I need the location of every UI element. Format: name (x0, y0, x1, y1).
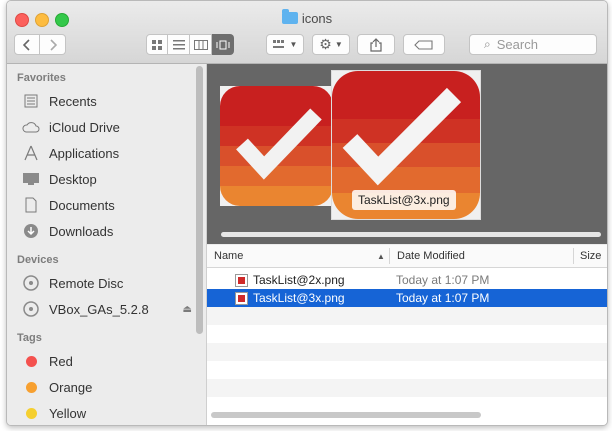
file-date: Today at 1:07 PM (396, 273, 490, 287)
disc-icon (21, 301, 41, 317)
chevron-left-icon (23, 38, 30, 51)
downloads-icon (21, 223, 41, 239)
table-row-selected[interactable]: TaskList@3x.png Today at 1:07 PM (207, 289, 607, 307)
forward-button[interactable] (40, 34, 66, 55)
sidebar-item-icloud-drive[interactable]: iCloud Drive (7, 114, 206, 140)
sidebar-item-label: Recents (49, 93, 97, 109)
arrange-button[interactable]: ▼ (266, 34, 304, 55)
column-header-date-modified[interactable]: Date Modified (397, 250, 465, 262)
png-file-icon (235, 292, 248, 305)
disc-icon (21, 275, 41, 291)
share-icon (370, 37, 382, 52)
finder-window: icons ▼ ⚙ ▼ ⌕ Search Favorites Recents i… (6, 0, 608, 426)
sidebar-item-label: Documents (49, 197, 115, 213)
sidebar-item-label: iCloud Drive (49, 119, 120, 135)
documents-icon (21, 197, 41, 213)
window-title: icons (7, 9, 607, 26)
sidebar-item-label: Desktop (49, 171, 97, 187)
tag-dot-icon (21, 379, 41, 395)
sidebar-item-desktop[interactable]: Desktop (7, 166, 206, 192)
sidebar-heading: Favorites (17, 72, 66, 84)
tag-button[interactable] (403, 34, 445, 55)
sidebar-item-documents[interactable]: Documents (7, 192, 206, 218)
file-name: TaskList@2x.png (253, 273, 345, 287)
eject-icon[interactable]: ⏏ (183, 304, 192, 315)
table-row[interactable]: TaskList@2x.png Today at 1:07 PM (207, 271, 607, 289)
share-button[interactable] (357, 34, 395, 55)
empty-row (207, 343, 607, 361)
search-placeholder: Search (496, 37, 538, 52)
sidebar-heading: Tags (17, 332, 42, 344)
column-header-name[interactable]: Name (214, 250, 243, 262)
column-divider[interactable] (573, 248, 574, 264)
cover-flow-view-button[interactable] (212, 34, 234, 55)
search-icon: ⌕ (484, 37, 491, 51)
thumbnail-tasklist-2x[interactable] (220, 86, 333, 206)
cover-flow-scrollbar[interactable] (221, 232, 601, 237)
file-date: Today at 1:07 PM (396, 291, 490, 305)
preview-filename-label: TaskList@3x.png (352, 190, 456, 210)
column-divider[interactable] (389, 248, 390, 264)
sidebar-item-remote-disc[interactable]: Remote Disc (7, 270, 206, 296)
sidebar-item-label: Yellow (49, 405, 87, 421)
view-mode-control (146, 34, 234, 55)
sidebar-section-devices: Devices Remote Disc VBox_GAs_5.2.8 ⏏ (7, 250, 206, 322)
sidebar-item-recents[interactable]: Recents (7, 88, 206, 114)
sidebar-item-downloads[interactable]: Downloads (7, 218, 206, 244)
sidebar-item-label: Applications (49, 145, 120, 161)
folder-icon (281, 9, 298, 24)
desktop-icon (21, 171, 41, 187)
icon-view-button[interactable] (146, 34, 168, 55)
sidebar-item-label: Downloads (49, 223, 114, 239)
gear-icon: ⚙ (319, 36, 332, 52)
file-list: Name ▲ Date Modified Size TaskList@2x.pn… (207, 245, 607, 425)
arrange-icon (272, 39, 284, 48)
tag-dot-icon (21, 405, 41, 421)
sidebar: Favorites Recents iCloud Drive Applicati… (7, 64, 207, 425)
png-file-icon (235, 274, 248, 287)
sidebar-section-tags: Tags Red Orange Yellow (7, 328, 206, 425)
sidebar-heading: Devices (17, 254, 59, 266)
search-field[interactable]: ⌕ Search (469, 34, 597, 55)
cover-flow-icon (216, 40, 229, 49)
column-view-button[interactable] (190, 34, 212, 55)
file-name: TaskList@3x.png (253, 291, 345, 305)
tag-dot-icon (21, 353, 41, 369)
window-title-text: icons (301, 11, 333, 26)
chevron-down-icon: ▼ (289, 40, 298, 49)
titlebar: icons ▼ ⚙ ▼ ⌕ Search (7, 1, 607, 64)
empty-row (207, 307, 607, 325)
cloud-icon (21, 119, 41, 135)
sort-ascending-icon: ▲ (377, 252, 385, 261)
empty-row (207, 379, 607, 397)
column-view-icon (193, 39, 208, 50)
cover-flow-preview: TaskList@3x.png (207, 64, 607, 244)
column-header-size[interactable]: Size (580, 250, 601, 262)
action-button[interactable]: ⚙ ▼ (312, 34, 350, 55)
back-button[interactable] (14, 34, 40, 55)
sidebar-item-vbox-gas[interactable]: VBox_GAs_5.2.8 ⏏ (7, 296, 206, 322)
sidebar-item-tag-orange[interactable]: Orange (7, 374, 206, 400)
sidebar-scrollbar[interactable] (196, 66, 203, 334)
sidebar-item-label: Remote Disc (49, 275, 124, 291)
sidebar-item-tag-yellow[interactable]: Yellow (7, 400, 206, 425)
list-view-icon (172, 39, 185, 49)
list-horizontal-scrollbar[interactable] (211, 412, 481, 418)
sidebar-item-label: Red (49, 353, 73, 369)
recents-icon (21, 93, 41, 109)
tag-icon (414, 39, 433, 50)
applications-icon (21, 145, 41, 161)
sidebar-item-label: VBox_GAs_5.2.8 (49, 301, 149, 317)
sidebar-item-tag-red[interactable]: Red (7, 348, 206, 374)
tasklist-app-icon (220, 86, 333, 206)
sidebar-item-applications[interactable]: Applications (7, 140, 206, 166)
icon-view-icon (152, 39, 162, 50)
list-header: Name ▲ Date Modified Size (207, 245, 607, 268)
nav-buttons (14, 34, 66, 55)
chevron-down-icon: ▼ (334, 40, 343, 49)
sidebar-item-label: Orange (49, 379, 93, 395)
chevron-right-icon (49, 38, 57, 51)
sidebar-section-favorites: Favorites Recents iCloud Drive Applicati… (7, 68, 206, 244)
list-view-button[interactable] (168, 34, 190, 55)
